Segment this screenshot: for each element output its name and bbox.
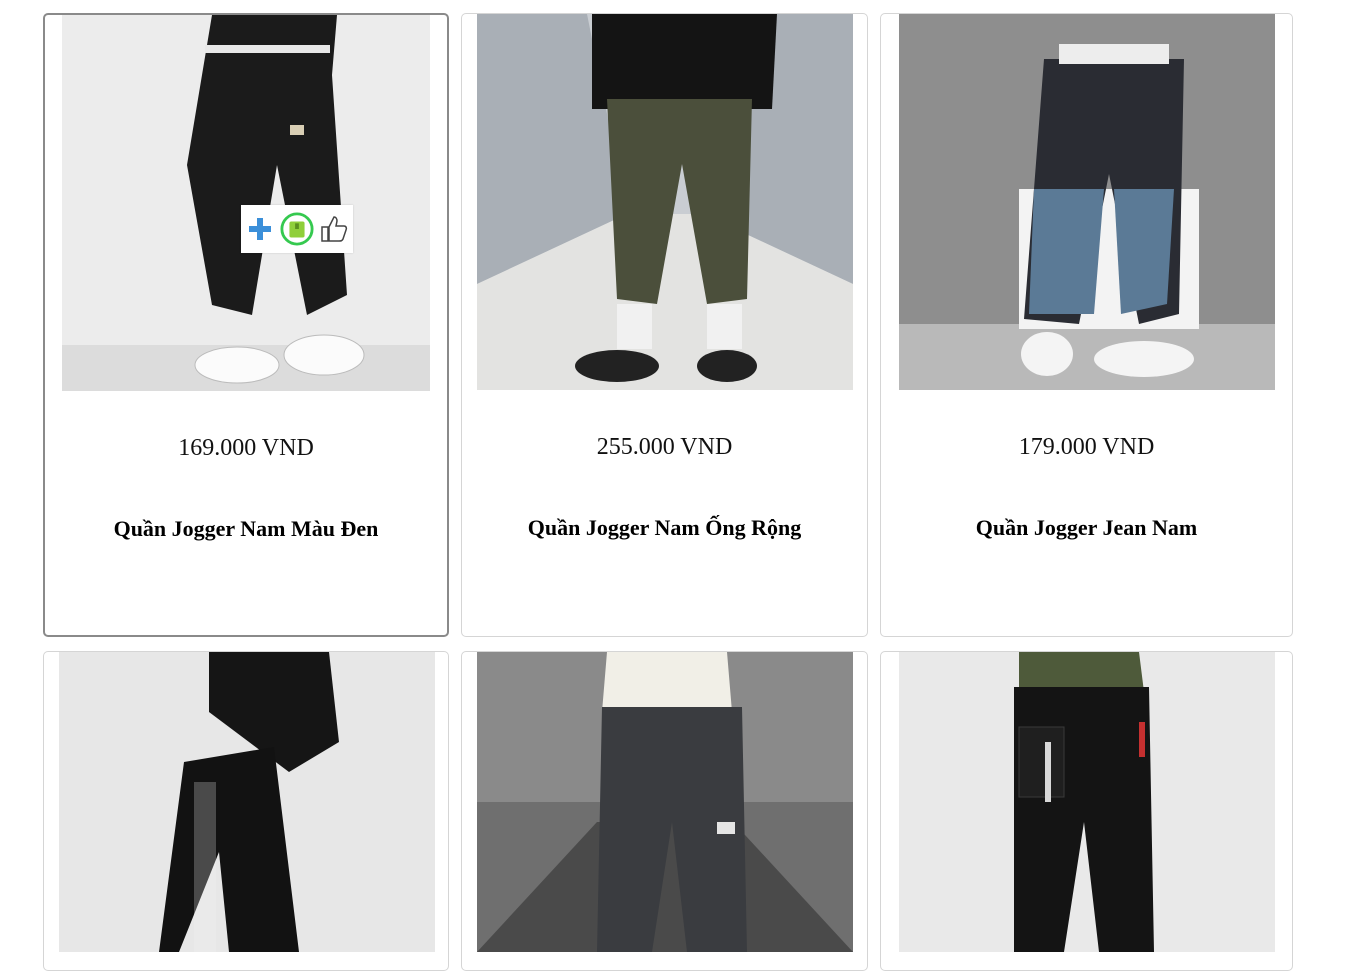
product-card[interactable]: 255.000 VND Quần Jogger Nam Ống Rộng [461,13,868,637]
product-image[interactable] [899,652,1275,952]
product-image[interactable] [477,652,853,952]
product-card[interactable]: 179.000 VND Quần Jogger Jean Nam [880,13,1293,637]
product-card[interactable] [43,651,449,971]
thumbs-up-icon[interactable] [317,212,351,246]
product-card[interactable] [461,651,868,971]
product-price: 255.000 VND [596,434,733,460]
add-icon[interactable] [243,212,277,246]
product-image[interactable] [899,14,1275,390]
product-name[interactable]: Quần Jogger Jean Nam [881,515,1292,541]
product-price: 169.000 VND [178,435,314,461]
product-name[interactable]: Quần Jogger Nam Màu Đen [45,516,447,542]
product-card[interactable]: 169.000 VND Quần Jogger Nam Màu Đen [43,13,449,637]
product-image[interactable] [59,652,435,952]
quick-actions [241,205,353,253]
product-name[interactable]: Quần Jogger Nam Ống Rộng [462,515,867,541]
product-image[interactable] [62,15,430,391]
product-price: 179.000 VND [1018,434,1155,460]
bag-icon[interactable] [280,212,314,246]
product-image[interactable] [477,14,853,390]
product-card[interactable] [880,651,1293,971]
